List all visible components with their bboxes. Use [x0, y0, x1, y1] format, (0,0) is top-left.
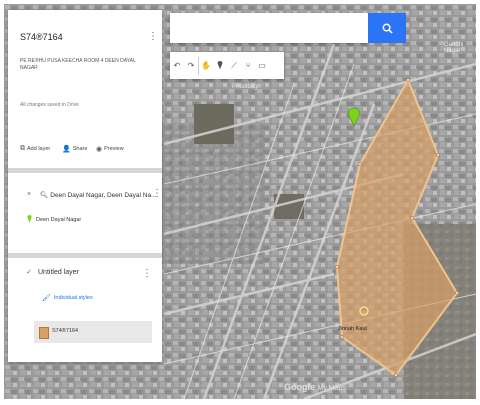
map-description[interactable]: PE RE®HU PUSA KEECHA ROOM 4 DEEN DAYAL N…: [20, 58, 152, 72]
save-status: All changes saved in Drive: [20, 102, 79, 108]
line-icon[interactable]: ⟋: [227, 52, 241, 79]
place-result-item[interactable]: Deen Dayal Nagar: [36, 217, 81, 223]
preview-icon: ◉: [96, 146, 103, 153]
feature-list-item[interactable]: S74®7164: [34, 321, 152, 343]
search-layer-options-icon[interactable]: ⋮: [152, 189, 162, 199]
google-logo: Google: [284, 382, 315, 392]
layer-visibility-checkbox[interactable]: ✓: [26, 268, 32, 276]
google-attribution: Google My Maps: [284, 382, 346, 392]
redo-icon[interactable]: ↷: [184, 52, 198, 79]
share-button[interactable]: 👤 Share: [62, 145, 87, 153]
preview-label: Preview: [104, 146, 124, 152]
search-layer-title[interactable]: 🔍︎ Deen Dayal Nagar, Deen Dayal Na...: [40, 191, 157, 200]
paint-roller-icon: 🖌︎: [42, 295, 51, 302]
individual-styles-link[interactable]: 🖌︎ Individual styles: [42, 294, 93, 302]
map-frame: Phoolbagh Gandhi Nagar Jinnah Kaul Googl…: [4, 4, 476, 399]
share-icon: 👤: [62, 146, 71, 153]
map-title[interactable]: S74®7164: [20, 32, 63, 42]
search-button[interactable]: [368, 13, 406, 43]
preview-button[interactable]: ◉ Preview: [96, 145, 124, 153]
map-options-icon[interactable]: ⋮: [148, 32, 158, 42]
hand-icon[interactable]: ✋: [199, 52, 213, 79]
polygon-swatch-icon: [39, 327, 49, 339]
search-layer-label: Deen Dayal Nagar, Deen Dayal Na...: [50, 191, 157, 199]
search-input[interactable]: [174, 15, 368, 43]
map-place-label: Gandhi Nagar: [444, 42, 464, 54]
marker-icon[interactable]: [213, 52, 227, 79]
remove-layer-icon[interactable]: ×: [27, 191, 31, 198]
section-divider: [8, 253, 162, 258]
ruler-icon[interactable]: ▭: [255, 52, 269, 79]
drawing-toolbar: ↶ ↷ ✋ ⟋ ⑂ ▭: [170, 52, 284, 79]
route-icon[interactable]: ⑂: [241, 52, 255, 79]
search-icon: [382, 23, 393, 34]
feature-label: S74®7164: [52, 328, 79, 334]
layers-panel: S74®7164 ⋮ PE RE®HU PUSA KEECHA ROOM 4 D…: [8, 10, 162, 362]
map-place-label: Phoolbagh: [232, 84, 261, 90]
search-box[interactable]: [170, 13, 368, 43]
add-layer-icon: ⧉: [20, 145, 25, 152]
layer-name[interactable]: Untitled layer: [38, 269, 79, 276]
style-link-label: Individual styles: [53, 295, 93, 301]
layer-options-icon[interactable]: ⋮: [142, 269, 152, 279]
green-pin-icon: [27, 215, 32, 223]
my-maps-text: My Maps: [317, 385, 346, 392]
add-layer-label: Add layer: [27, 146, 51, 152]
add-layer-button[interactable]: ⧉ Add layer: [20, 145, 50, 153]
section-divider: [8, 168, 162, 173]
search-icon: 🔍︎: [40, 192, 49, 199]
marker-label: Jinnah Kaul: [338, 326, 367, 332]
share-label: Share: [72, 146, 88, 152]
undo-icon[interactable]: ↶: [170, 52, 184, 79]
